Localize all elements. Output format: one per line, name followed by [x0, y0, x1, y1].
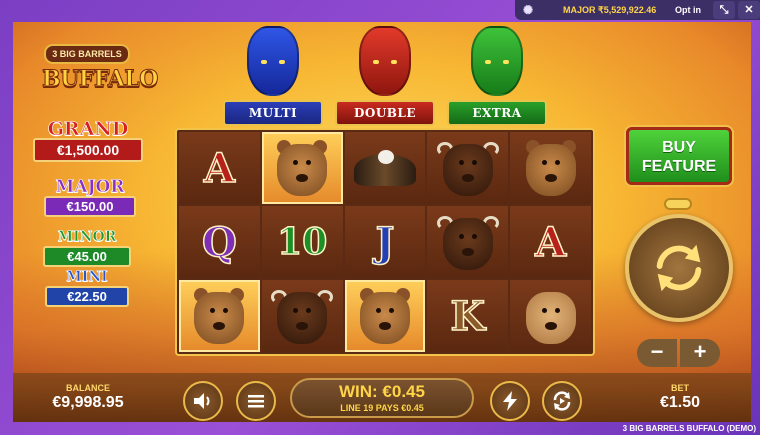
jackpot-value: €150.00	[44, 196, 136, 217]
balance-value: €9,998.95	[52, 394, 124, 411]
game-title: 3 BIG BARRELS BUFFALO (DEMO)	[622, 424, 756, 433]
bolt-swirl-icon: ✺	[522, 3, 534, 17]
bear-icon	[354, 288, 416, 344]
jackpot-name: GRAND	[47, 118, 129, 140]
jackpot-major: MAJOR €150.00	[42, 178, 138, 217]
jackpot-minor: MINOR €45.00	[42, 228, 132, 267]
reel-cell: K	[427, 280, 509, 352]
statue-double: DOUBLE	[335, 22, 435, 126]
bear-icon	[271, 140, 333, 196]
symbol-a: A	[534, 218, 567, 267]
reel-cell	[344, 280, 426, 352]
buffalo-head-icon	[247, 26, 299, 96]
sound-button[interactable]	[183, 381, 223, 421]
reel-grid: A Q 10 J A K	[175, 128, 595, 356]
reel-cell: A	[510, 206, 591, 278]
logo-line2: BUFFALO	[42, 66, 159, 93]
jackpot-name: MINI	[66, 269, 108, 286]
symbol-a: A	[203, 144, 236, 193]
jackpot-value: €22.50	[45, 286, 129, 307]
symbol-j: J	[375, 218, 395, 267]
logo-line1: 3 BIG BARRELS	[44, 44, 130, 64]
menu-button[interactable]	[236, 381, 276, 421]
statue-label: EXTRA	[447, 100, 547, 126]
speaker-icon	[194, 393, 210, 409]
buy-feature-line1: BUY	[662, 139, 696, 156]
puma-icon	[520, 288, 582, 344]
jackpot-name: MINOR	[57, 229, 117, 246]
spin-arrows-icon	[656, 244, 702, 292]
statue-label: MULTI	[223, 100, 323, 126]
eagle-icon	[353, 140, 416, 196]
reel-cell	[510, 132, 591, 204]
reel-cell	[261, 280, 343, 352]
statue-multi: MULTI	[223, 22, 323, 126]
autoplay-icon	[553, 391, 571, 411]
hamburger-menu-icon	[248, 395, 264, 408]
symbol-k: K	[450, 292, 486, 341]
win-amount: WIN: €0.45	[339, 382, 425, 401]
opt-in-button[interactable]: Opt in	[666, 5, 710, 15]
jackpot-name: MAJOR	[55, 177, 125, 197]
jackpot-value: €45.00	[43, 246, 131, 267]
reel-cell: A	[179, 132, 260, 204]
win-display: WIN: €0.45 LINE 19 PAYS €0.45	[290, 378, 474, 418]
bet-value: €1.50	[659, 394, 701, 411]
decrease-bet-button[interactable]: −	[637, 339, 677, 367]
reel-cell	[510, 280, 591, 352]
reel-cell	[427, 132, 509, 204]
collapse-icon[interactable]: ⤡	[713, 1, 735, 19]
bison-icon	[436, 140, 499, 196]
line-pays: LINE 19 PAYS €0.45	[340, 403, 424, 413]
reel-cell: Q	[179, 206, 260, 278]
reel-cell	[261, 132, 343, 204]
bison-icon	[271, 288, 334, 344]
bear-icon	[188, 288, 250, 344]
top-bar: ✺ MAJOR ₹5,529,922.46 Opt in ⤡ ✕	[515, 0, 760, 20]
statue-label: DOUBLE	[335, 100, 435, 126]
bison-icon	[436, 214, 499, 270]
buffalo-head-icon	[359, 26, 411, 96]
jackpot-mini: MINI €22.50	[44, 268, 130, 307]
jackpot-grand: GRAND €1,500.00	[32, 118, 144, 162]
autoplay-button[interactable]	[542, 381, 582, 421]
balance-label: BALANCE	[66, 383, 110, 393]
spin-button[interactable]	[625, 214, 733, 322]
bear-icon	[520, 140, 582, 196]
jackpot-value: €1,500.00	[33, 138, 143, 162]
charm-decoration	[664, 198, 692, 210]
buffalo-head-icon	[471, 26, 523, 96]
jackpot-ticker: MAJOR ₹5,529,922.46	[563, 4, 657, 15]
reel-cell	[427, 206, 509, 278]
increase-bet-button[interactable]: +	[680, 339, 720, 367]
statue-extra: EXTRA	[447, 22, 547, 126]
close-icon[interactable]: ✕	[738, 1, 760, 19]
reel-cell	[344, 132, 426, 204]
game-logo: 3 BIG BARRELS BUFFALO	[42, 38, 159, 118]
reel-cell	[179, 280, 260, 352]
bet-label: BET	[671, 383, 689, 393]
symbol-10: 10	[276, 220, 328, 264]
lightning-icon	[503, 391, 517, 411]
symbol-q: Q	[201, 218, 237, 267]
buy-feature-button[interactable]: BUY FEATURE	[626, 127, 732, 185]
reel-cell: 10	[261, 206, 343, 278]
turbo-button[interactable]	[490, 381, 530, 421]
buy-feature-line2: FEATURE	[641, 158, 717, 175]
reel-cell: J	[344, 206, 426, 278]
